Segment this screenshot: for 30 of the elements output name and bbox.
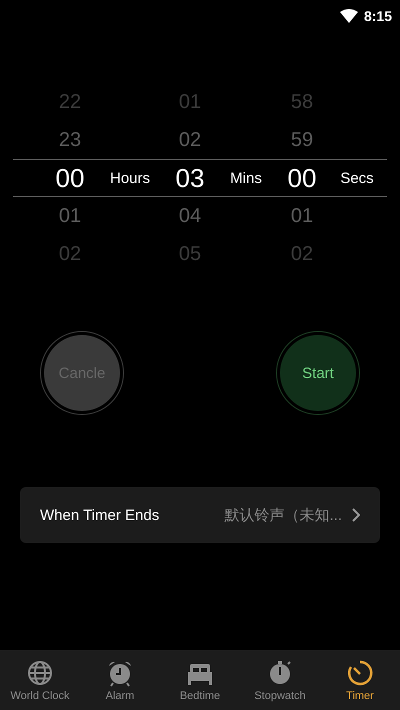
globe-icon [26, 658, 54, 686]
tab[interactable]: World Clock [2, 658, 78, 702]
picker-value[interactable]: 22 [40, 90, 100, 114]
unit-label: Secs [340, 170, 374, 186]
unit-label: Mins [230, 170, 262, 186]
picker-value[interactable]: 02 [40, 242, 100, 266]
picker-value[interactable]: 59 [272, 128, 332, 152]
picker-value[interactable]: 01 [160, 90, 220, 114]
tab[interactable]: Alarm [82, 658, 158, 702]
picker-value[interactable]: 58 [272, 90, 332, 114]
timer-end-setting[interactable]: When Timer Ends 默认铃声（未知... [20, 487, 380, 543]
picker-value[interactable]: 00 [40, 162, 100, 194]
chevron-icon [352, 508, 360, 522]
picker-value[interactable]: 02 [160, 128, 220, 152]
timer-icon [346, 658, 374, 686]
start-button[interactable]: Start [280, 335, 356, 411]
picker-value[interactable]: 05 [160, 242, 220, 266]
wifi-icon [340, 9, 358, 23]
tab[interactable]: Stopwatch [242, 658, 318, 702]
status-time: 8:15 [364, 8, 392, 24]
picker-value[interactable]: 03 [160, 162, 220, 194]
picker-value[interactable]: 02 [272, 242, 332, 266]
picker-value[interactable]: 00 [272, 162, 332, 194]
unit-label: Hours [110, 170, 150, 186]
tab[interactable]: Timer [322, 658, 398, 702]
picker-value[interactable]: 04 [160, 204, 220, 228]
picker-value[interactable]: 01 [40, 204, 100, 228]
picker-value[interactable]: 23 [40, 128, 100, 152]
tab[interactable]: Bedtime [162, 658, 238, 702]
picker-value[interactable]: 01 [272, 204, 332, 228]
